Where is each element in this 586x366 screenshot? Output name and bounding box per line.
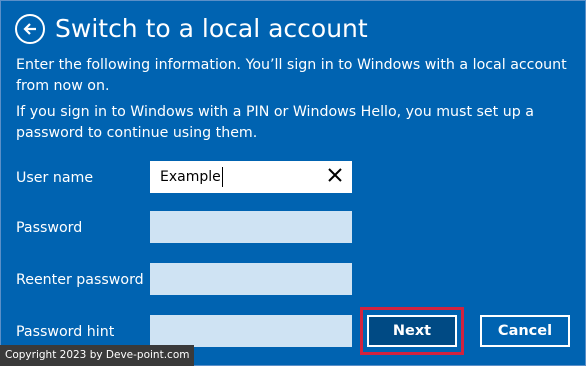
password-hint-field[interactable] (150, 315, 352, 347)
password-field[interactable] (150, 211, 352, 243)
user-name-field[interactable]: Example (150, 161, 352, 193)
clear-button[interactable] (325, 167, 345, 187)
user-name-value: Example (160, 169, 221, 185)
arrow-left-circle-icon (22, 21, 38, 37)
password-hint-label: Password hint (16, 324, 115, 340)
copyright-watermark: Copyright 2023 by Deve-point.com (0, 345, 195, 366)
intro-paragraph-1: Enter the following information. You’ll … (16, 57, 567, 94)
password-label: Password (16, 220, 83, 236)
cancel-button[interactable]: Cancel (480, 315, 570, 347)
intro-paragraph-2: If you sign in to Windows with a PIN or … (16, 104, 534, 141)
reenter-password-label: Reenter password (16, 272, 144, 288)
close-x-icon (328, 168, 342, 186)
page-title: Switch to a local account (55, 14, 368, 43)
reenter-password-field[interactable] (150, 263, 352, 295)
text-caret (221, 167, 223, 187)
user-name-label: User name (16, 170, 94, 186)
back-button[interactable] (15, 14, 45, 44)
next-button[interactable]: Next (367, 315, 457, 347)
local-account-dialog: Switch to a local account Enter the foll… (0, 0, 586, 366)
